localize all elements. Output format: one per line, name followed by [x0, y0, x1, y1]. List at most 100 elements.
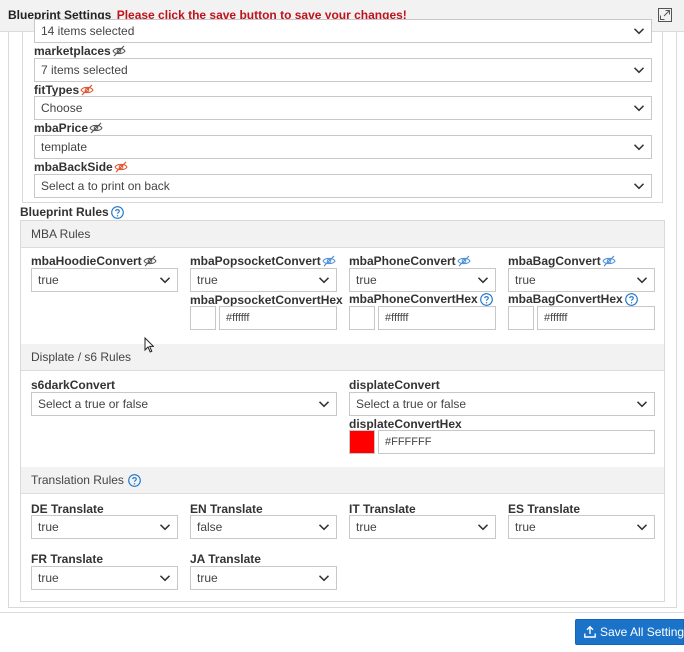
blueprint-rules-heading-text: Blueprint Rules	[20, 205, 109, 219]
es-translate-value: true	[515, 520, 536, 534]
mbahoodie-label-text: mbaHoodieConvert	[31, 254, 142, 268]
chevron-down-icon	[633, 180, 645, 192]
mbabag-hex-value: #ffffff	[544, 312, 568, 324]
fittypes-value: Choose	[41, 101, 83, 115]
eye-slash-icon[interactable]	[80, 84, 94, 96]
it-translate-value: true	[356, 520, 377, 534]
it-translate-label: IT Translate	[349, 502, 416, 516]
help-icon[interactable]	[111, 206, 124, 219]
marketplaces-label-text: marketplaces	[34, 44, 111, 58]
fr-translate-select[interactable]: true	[31, 566, 178, 590]
chevron-down-icon	[159, 274, 171, 286]
ja-translate-value: true	[197, 571, 218, 585]
displate-hex-label-text: displateConvertHex	[349, 417, 462, 431]
help-icon[interactable]	[625, 293, 638, 306]
mbapopsocket-hex-input[interactable]: #ffffff	[219, 306, 337, 330]
it-translate-select[interactable]: true	[349, 515, 496, 539]
en-translate-label-text: EN Translate	[190, 502, 263, 516]
displate-rules-title: Displate / s6 Rules	[31, 350, 132, 364]
de-translate-select[interactable]: true	[31, 515, 178, 539]
displate-hex-input[interactable]: #FFFFFF	[378, 430, 655, 454]
mbabackside-select[interactable]: Select a to print on back	[34, 174, 652, 198]
mbabag-color-swatch[interactable]	[508, 306, 534, 330]
mbapopsocket-color-swatch[interactable]	[190, 306, 216, 330]
chevron-down-icon	[636, 274, 648, 286]
save-all-settings-button[interactable]: Save All Settings	[575, 619, 684, 645]
en-translate-label: EN Translate	[190, 502, 263, 516]
help-icon[interactable]	[480, 293, 493, 306]
mbaphone-hex-input[interactable]: #ffffff	[378, 306, 496, 330]
mbabag-hex-input[interactable]: #ffffff	[537, 306, 655, 330]
mbabag-label-text: mbaBagConvert	[508, 254, 601, 268]
mbaprice-label-text: mbaPrice	[34, 121, 89, 135]
mbaprice-value: template	[41, 140, 88, 154]
chevron-down-icon	[159, 521, 171, 533]
es-translate-select[interactable]: true	[508, 515, 655, 539]
displate-label: displateConvert	[349, 378, 440, 392]
displate-select[interactable]: Select a true or false	[349, 392, 655, 416]
save-all-settings-label: Save All Settings	[600, 625, 684, 639]
mba-rules-title: MBA Rules	[31, 227, 91, 241]
eye-slash-icon[interactable]	[322, 255, 336, 267]
mbaphone-select[interactable]: true	[349, 268, 496, 292]
mbaphone-hex-label-text: mbaPhoneConvertHex	[349, 292, 478, 306]
mbapopsocket-value: true	[197, 273, 218, 287]
s6dark-value: Select a true or false	[38, 397, 149, 411]
chevron-down-icon	[477, 274, 489, 286]
fittypes-select[interactable]: Choose	[34, 96, 652, 120]
mbahoodie-select[interactable]: true	[31, 268, 178, 292]
mbapopsocket-hex-label-text: mbaPopsocketConvertHex	[190, 293, 343, 307]
en-translate-select[interactable]: false	[190, 515, 337, 539]
mbabag-hex-label-text: mbaBagConvertHex	[508, 292, 623, 306]
expand-icon[interactable]	[658, 8, 672, 22]
chevron-down-icon	[633, 64, 645, 76]
de-translate-label-text: DE Translate	[31, 502, 104, 516]
ja-translate-select[interactable]: true	[190, 566, 337, 590]
displate-color-swatch[interactable]	[349, 430, 375, 454]
mbabag-select[interactable]: true	[508, 268, 655, 292]
mbabag-label: mbaBagConvert	[508, 254, 616, 268]
chevron-down-icon	[159, 572, 171, 584]
de-translate-label: DE Translate	[31, 502, 104, 516]
chevron-down-icon	[633, 25, 645, 37]
s6dark-label-text: s6darkConvert	[31, 378, 116, 392]
chevron-down-icon	[633, 102, 645, 114]
mbaphone-color-swatch[interactable]	[349, 306, 375, 330]
mbaphone-label: mbaPhoneConvert	[349, 254, 471, 268]
es-translate-label: ES Translate	[508, 502, 580, 516]
mba-rules-header: MBA Rules	[21, 221, 664, 248]
s6dark-select[interactable]: Select a true or false	[31, 392, 337, 416]
mbapopsocket-select[interactable]: true	[190, 268, 337, 292]
chevron-down-icon	[636, 521, 648, 533]
chevron-down-icon	[477, 521, 489, 533]
eye-slash-icon[interactable]	[143, 255, 157, 267]
mbabag-hex-label: mbaBagConvertHex	[508, 292, 638, 306]
eye-slash-icon[interactable]	[602, 255, 616, 267]
chevron-down-icon	[636, 398, 648, 410]
mouse-cursor-icon	[144, 337, 154, 353]
es-translate-label-text: ES Translate	[508, 502, 581, 516]
eye-slash-icon[interactable]	[114, 161, 128, 173]
marketplaces-select[interactable]: 7 items selected	[34, 58, 652, 82]
mbapopsocket-label-text: mbaPopsocketConvert	[190, 254, 321, 268]
mbaprice-label: mbaPrice	[34, 121, 103, 135]
partial-multiselect-value: 14 items selected	[41, 24, 135, 38]
eye-slash-icon[interactable]	[89, 122, 103, 134]
help-icon[interactable]	[128, 474, 141, 487]
partial-multiselect[interactable]: 14 items selected	[34, 19, 652, 43]
displate-hex-label: displateConvertHex	[349, 417, 462, 431]
marketplaces-label: marketplaces	[34, 44, 126, 58]
fittypes-label-text: fitTypes	[34, 83, 80, 97]
eye-slash-icon[interactable]	[457, 255, 471, 267]
translation-rules-header: Translation Rules	[21, 467, 664, 494]
mbaphone-label-text: mbaPhoneConvert	[349, 254, 456, 268]
mbapopsocket-label: mbaPopsocketConvert	[190, 254, 336, 268]
mbaprice-select[interactable]: template	[34, 135, 652, 159]
blueprint-rules-heading: Blueprint Rules	[20, 205, 124, 219]
s6dark-label: s6darkConvert	[31, 378, 115, 392]
mbahoodie-value: true	[38, 273, 59, 287]
ja-translate-label-text: JA Translate	[190, 552, 261, 566]
eye-slash-icon[interactable]	[112, 45, 126, 57]
fr-translate-label-text: FR Translate	[31, 552, 104, 566]
mbahoodie-label: mbaHoodieConvert	[31, 254, 157, 268]
